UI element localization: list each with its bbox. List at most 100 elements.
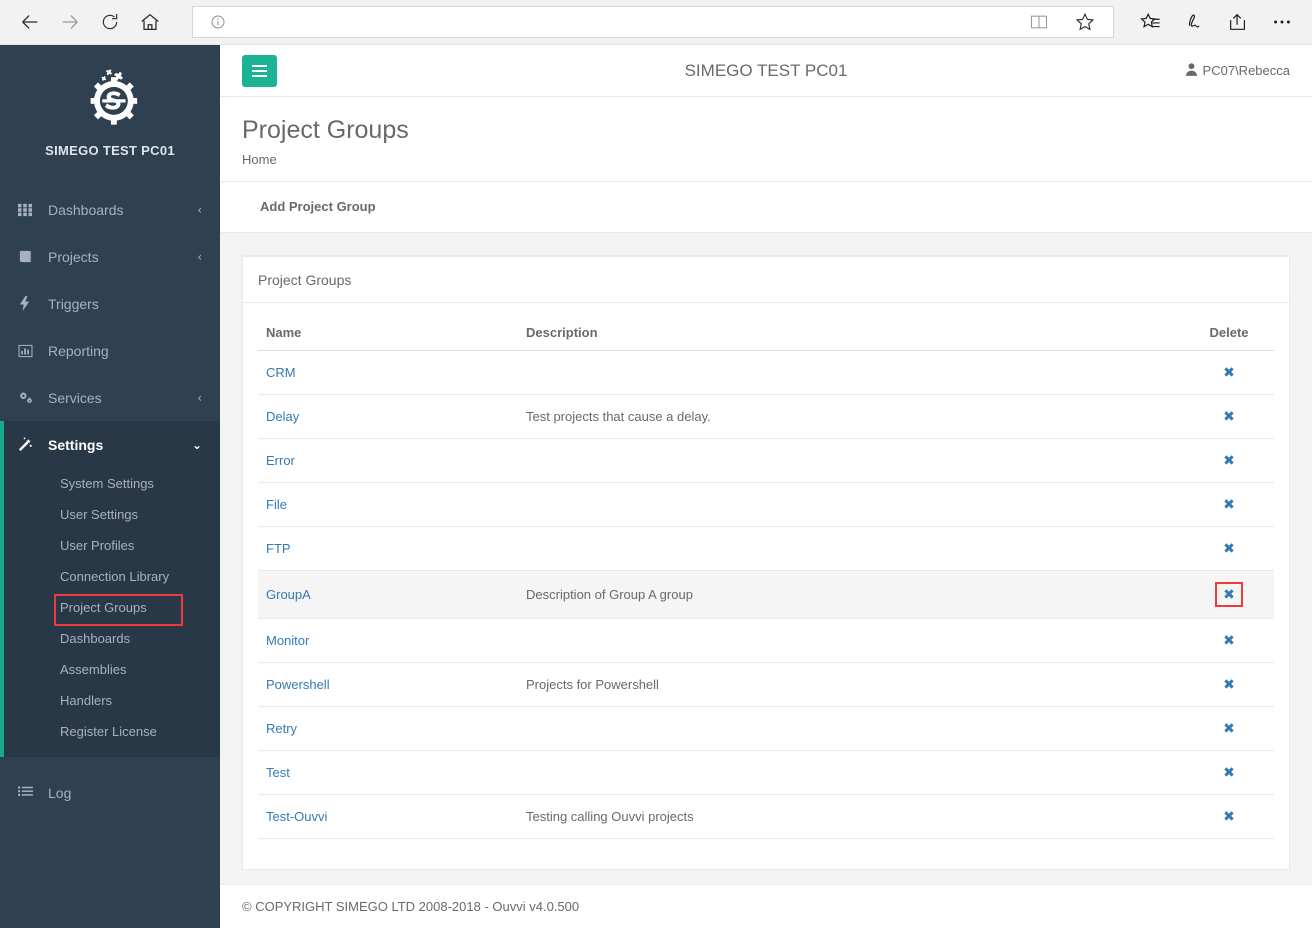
project-group-link[interactable]: FTP [266, 541, 291, 556]
sidebar-subitem-dashboards[interactable]: Dashboards [4, 623, 220, 654]
address-bar[interactable] [192, 6, 1114, 38]
project-group-link[interactable]: GroupA [266, 587, 311, 602]
cell-description: Description of Group A group [518, 570, 1184, 620]
address-input[interactable] [229, 14, 1019, 30]
cell-description [518, 526, 1184, 572]
project-group-link[interactable]: Test-Ouvvi [266, 809, 327, 824]
table-row[interactable]: File ✖ [258, 482, 1274, 528]
sidebar-item-triggers[interactable]: Triggers [0, 280, 220, 327]
project-group-link[interactable]: Powershell [266, 677, 330, 692]
menu-toggle-button[interactable] [242, 54, 277, 87]
card-body: Name Description Delete CRM ✖ Delay Test pr… [243, 303, 1289, 869]
cell-name: Test [258, 750, 518, 796]
cell-description [518, 438, 1184, 484]
more-options-icon[interactable] [1262, 4, 1302, 40]
sidebar-subitem-register-license[interactable]: Register License [4, 716, 220, 747]
sidebar-label-triggers: Triggers [48, 295, 99, 312]
favorites-hub-icon[interactable] [1130, 4, 1170, 40]
delete-button[interactable]: ✖ [1217, 362, 1241, 383]
sidebar-subnav-settings: System Settings User Settings User Profi… [4, 468, 220, 757]
delete-button[interactable]: ✖ [1217, 406, 1241, 427]
magic-wand-icon [18, 437, 40, 452]
sidebar: SIMEGO TEST PC01 Dashboards ‹ Projects ‹… [0, 45, 220, 928]
table-row[interactable]: Monitor ✖ [258, 618, 1274, 664]
table-row[interactable]: Test ✖ [258, 750, 1274, 796]
topbar-user-name: PC07\Rebecca [1202, 63, 1290, 78]
table-row[interactable]: CRM ✖ [258, 350, 1274, 396]
back-button[interactable] [10, 4, 50, 40]
cell-delete: ✖ [1184, 482, 1274, 528]
sidebar-label-log: Log [48, 784, 72, 801]
delete-button[interactable]: ✖ [1217, 674, 1241, 695]
cell-name: Powershell [258, 662, 518, 708]
close-icon: ✖ [1223, 497, 1235, 514]
table-row[interactable]: Delay Test projects that cause a delay. ✖ [258, 394, 1274, 440]
sidebar-item-dashboards[interactable]: Dashboards ‹ [0, 186, 220, 233]
cell-name: Retry [258, 706, 518, 752]
main-content: Project Groups Name Description Delete C… [220, 233, 1312, 884]
sidebar-subitem-user-settings[interactable]: User Settings [4, 499, 220, 530]
project-group-link[interactable]: Retry [266, 721, 297, 736]
star-icon[interactable] [1065, 4, 1105, 40]
app-root: SIMEGO TEST PC01 Dashboards ‹ Projects ‹… [0, 45, 1312, 928]
refresh-button[interactable] [90, 4, 130, 40]
table-head: Name Description Delete [258, 315, 1274, 352]
chevron-left-icon: ‹ [197, 390, 202, 405]
table-body: CRM ✖ Delay Test projects that cause a dela… [258, 350, 1274, 840]
sidebar-subitem-user-profiles[interactable]: User Profiles [4, 530, 220, 561]
cell-description [518, 482, 1184, 528]
home-button[interactable] [130, 4, 170, 40]
web-note-icon[interactable] [1174, 4, 1214, 40]
delete-button[interactable]: ✖ [1217, 450, 1241, 471]
close-icon: ✖ [1223, 409, 1235, 426]
close-icon: ✖ [1223, 365, 1235, 382]
sidebar-item-log[interactable]: Log [0, 769, 220, 816]
close-icon: ✖ [1223, 453, 1235, 470]
sidebar-item-reporting[interactable]: Reporting [0, 327, 220, 374]
sidebar-nav: Dashboards ‹ Projects ‹ Triggers Reporti… [0, 186, 220, 816]
delete-button[interactable]: ✖ [1217, 494, 1241, 515]
topbar-user[interactable]: PC07\Rebecca [1185, 62, 1290, 79]
table-row[interactable]: Error ✖ [258, 438, 1274, 484]
project-group-link[interactable]: File [266, 497, 287, 512]
info-icon [207, 11, 229, 33]
cell-delete: ✖ [1184, 618, 1274, 664]
sidebar-item-settings[interactable]: Settings ⌄ [4, 421, 220, 468]
delete-button[interactable]: ✖ [1215, 582, 1243, 608]
forward-button[interactable] [50, 4, 90, 40]
delete-button[interactable]: ✖ [1217, 762, 1241, 783]
add-project-group-button[interactable]: Add Project Group [260, 199, 376, 214]
topbar-title: SIMEGO TEST PC01 [684, 60, 848, 80]
project-group-link[interactable]: Error [266, 453, 295, 468]
reading-view-icon[interactable] [1019, 4, 1059, 40]
delete-button[interactable]: ✖ [1217, 630, 1241, 651]
sidebar-subitem-assemblies[interactable]: Assemblies [4, 654, 220, 685]
delete-button[interactable]: ✖ [1217, 718, 1241, 739]
sidebar-subitem-connection-library[interactable]: Connection Library [4, 561, 220, 592]
sidebar-subitem-project-groups[interactable]: Project Groups [4, 592, 220, 626]
project-group-link[interactable]: CRM [266, 365, 296, 380]
share-icon[interactable] [1218, 4, 1258, 40]
sidebar-subitem-handlers[interactable]: Handlers [4, 685, 220, 716]
sidebar-label-reporting: Reporting [48, 342, 109, 359]
column-header-name: Name [258, 315, 518, 352]
delete-button[interactable]: ✖ [1217, 538, 1241, 559]
cell-description: Test projects that cause a delay. [518, 394, 1184, 440]
hamburger-bar [252, 74, 267, 77]
table-row[interactable]: Retry ✖ [258, 706, 1274, 752]
table-row[interactable]: FTP ✖ [258, 526, 1274, 572]
project-group-link[interactable]: Test [266, 765, 290, 780]
close-icon: ✖ [1223, 677, 1235, 694]
project-groups-card: Project Groups Name Description Delete C… [242, 255, 1290, 871]
table-row[interactable]: GroupA Description of Group A group ✖ [258, 570, 1274, 620]
project-group-link[interactable]: Delay [266, 409, 299, 424]
sidebar-item-projects[interactable]: Projects ‹ [0, 233, 220, 280]
sidebar-item-services[interactable]: Services ‹ [0, 374, 220, 421]
sidebar-subitem-system-settings[interactable]: System Settings [4, 468, 220, 499]
table-row[interactable]: Powershell Projects for Powershell ✖ [258, 662, 1274, 708]
table-row[interactable]: Test-Ouvvi Testing calling Ouvvi projects… [258, 794, 1274, 840]
chevron-left-icon: ‹ [197, 249, 202, 264]
book-icon [18, 249, 40, 264]
project-group-link[interactable]: Monitor [266, 633, 309, 648]
delete-button[interactable]: ✖ [1217, 806, 1241, 827]
